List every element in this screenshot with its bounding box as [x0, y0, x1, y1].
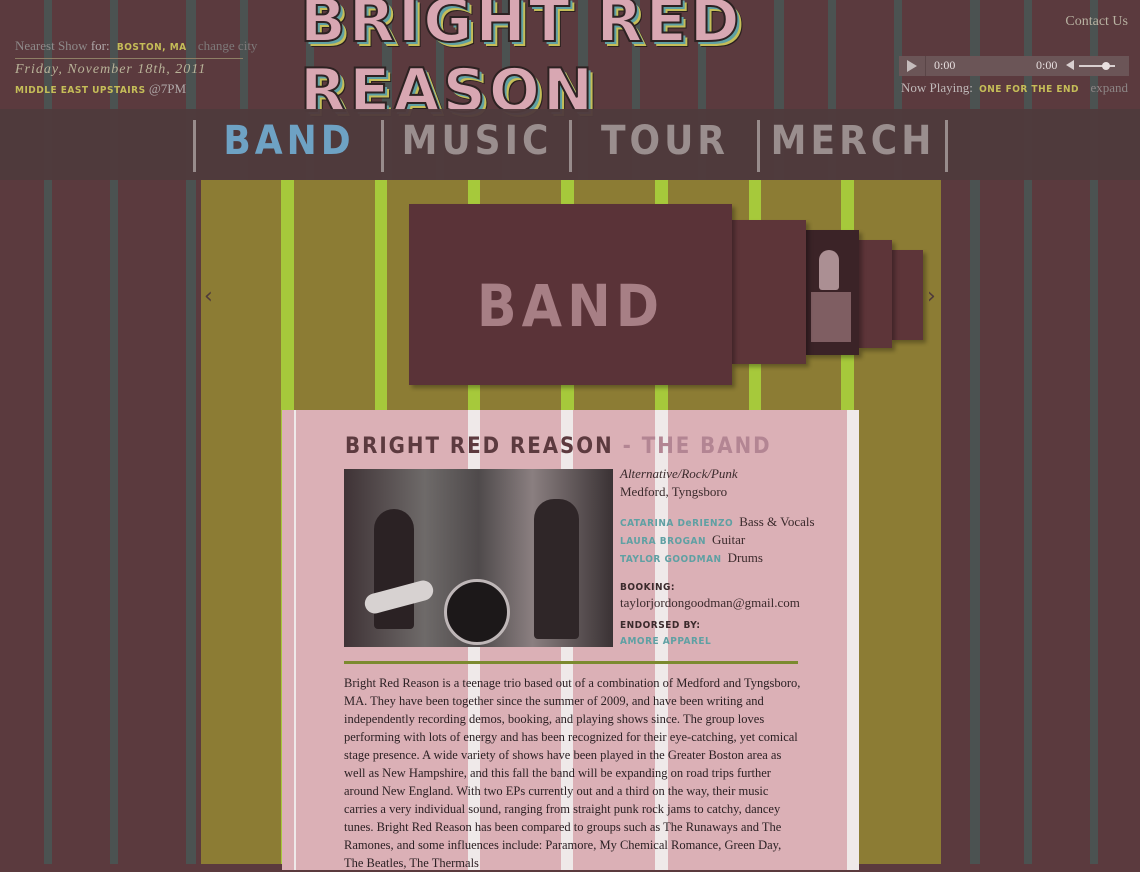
divider — [344, 661, 798, 664]
slide-thumb[interactable] — [891, 250, 923, 340]
band-bio: Bright Red Reason is a teenage trio base… — [344, 676, 801, 870]
nav-item-band[interactable]: BAND — [196, 118, 382, 164]
for-label: for: — [90, 38, 110, 53]
slide-label: BAND — [476, 272, 665, 340]
now-playing-label: Now Playing: — [901, 80, 973, 95]
band-name: BRIGHT RED REASON — [345, 434, 614, 459]
next-arrow-icon[interactable]: › — [927, 284, 936, 309]
slide-thumb[interactable] — [858, 240, 892, 348]
volume-knob[interactable] — [1102, 62, 1110, 70]
slide-thumb[interactable] — [731, 220, 806, 364]
member-row: TAYLOR GOODMAN Drums — [620, 550, 763, 566]
booking-email[interactable]: taylorjordongoodman@gmail.com — [620, 595, 800, 611]
now-playing-song: ONE FOR THE END — [979, 84, 1080, 95]
nav-divider — [945, 120, 948, 172]
time-elapsed: 0:00 — [934, 58, 956, 72]
audio-player: 0:00 0:00 — [899, 56, 1129, 76]
band-title-sub: - THE BAND — [622, 434, 772, 459]
member-role: Guitar — [712, 532, 746, 547]
band-photo — [344, 469, 613, 647]
nav-item-music[interactable]: MUSIC — [384, 118, 570, 164]
slide-main[interactable]: BAND — [409, 204, 732, 385]
member-role: Bass & Vocals — [739, 514, 815, 529]
band-panel: BRIGHT RED REASON - THE BAND Alternative… — [282, 410, 859, 870]
site-header: Nearest Show for: BOSTON, MA change city… — [0, 0, 1140, 127]
nearest-show: Nearest Show for: BOSTON, MA change city — [15, 38, 257, 54]
city-name: BOSTON, MA — [116, 42, 187, 53]
bass-drum — [444, 579, 510, 645]
show-venue: MIDDLE EAST UPSTAIRS @7PM — [15, 81, 186, 97]
slide-photo[interactable] — [805, 230, 859, 355]
member-name: CATARINA DeRIENZO — [620, 518, 734, 529]
member-row: LAURA BROGAN Guitar — [620, 532, 745, 548]
show-date: Friday, November 18th, 2011 — [15, 62, 207, 77]
nav-item-merch[interactable]: MERCH — [760, 118, 946, 164]
divider — [925, 56, 926, 76]
member-name: TAYLOR GOODMAN — [620, 554, 722, 565]
divider — [15, 58, 243, 59]
logo-text: BRIGHT RED REASON — [299, 0, 743, 127]
member-row: CATARINA DeRIENZO Bass & Vocals — [620, 514, 815, 530]
performer-figure — [819, 250, 839, 290]
change-city-link[interactable]: change city — [198, 38, 258, 53]
venue-name[interactable]: MIDDLE EAST UPSTAIRS — [15, 85, 146, 96]
booking-label: BOOKING: — [620, 582, 675, 593]
main-content: ‹ › BAND BRIGHT RED REASON - THE BAND Al… — [201, 180, 941, 870]
prev-arrow-icon[interactable]: ‹ — [204, 284, 213, 309]
time-total: 0:00 — [1036, 58, 1058, 72]
expand-player-link[interactable]: expand — [1090, 80, 1128, 96]
volume-icon[interactable] — [1066, 60, 1074, 70]
site-logo[interactable]: BRIGHT RED REASON — [299, 0, 845, 127]
endorser-link[interactable]: AMORE APPAREL — [620, 636, 711, 647]
nav-item-tour[interactable]: TOUR — [572, 118, 758, 164]
band-title: BRIGHT RED REASON - THE BAND — [345, 434, 772, 459]
nearest-show-label: Nearest Show — [15, 38, 88, 53]
member-name: LAURA BROGAN — [620, 536, 707, 547]
show-time: @7PM — [148, 81, 187, 96]
guitarist-figure — [534, 499, 579, 639]
band-genre: Alternative/Rock/Punk — [620, 466, 738, 481]
endorsed-label: ENDORSED BY: — [620, 620, 701, 631]
band-location: Medford, Tyngsboro — [620, 484, 728, 499]
now-playing: Now Playing: ONE FOR THE END — [901, 80, 1079, 96]
member-role: Drums — [727, 550, 763, 565]
guitar-figure — [811, 292, 851, 342]
contact-us-link[interactable]: Contact Us — [1065, 14, 1128, 30]
play-icon[interactable] — [907, 60, 917, 72]
